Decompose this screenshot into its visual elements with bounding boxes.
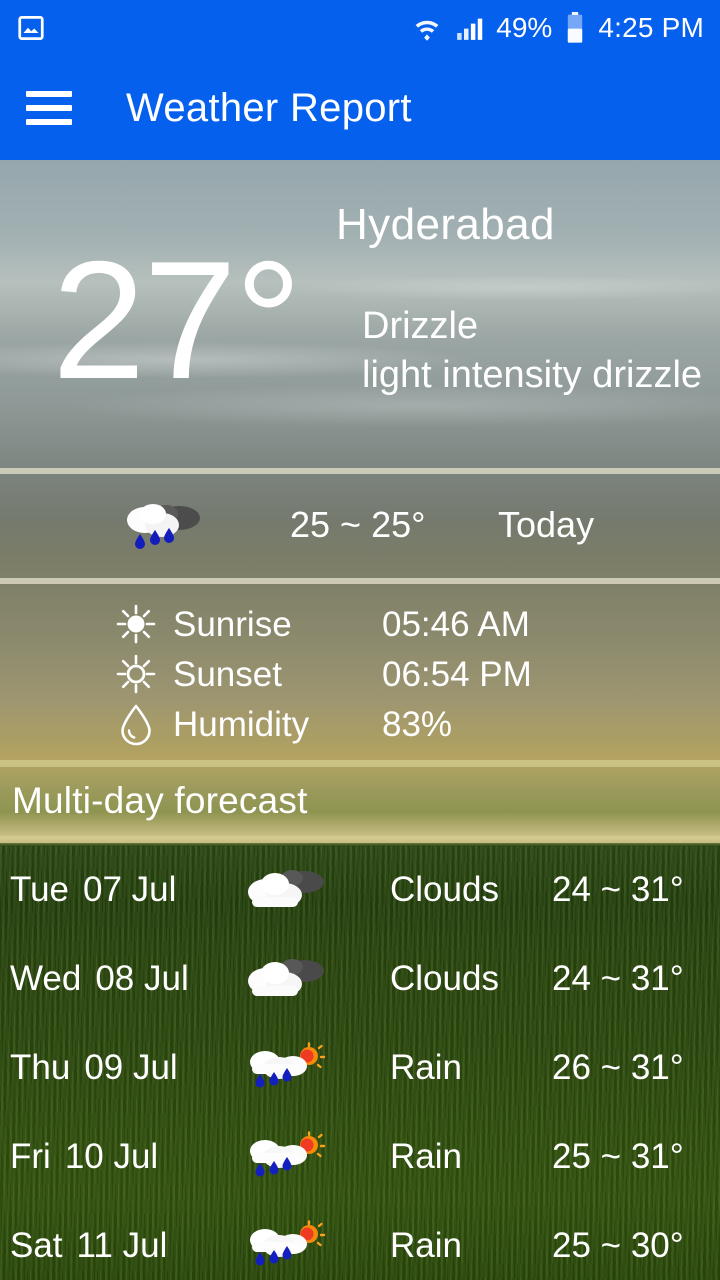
- clock-label: 4:25 PM: [598, 12, 704, 43]
- humidity-label: Humidity: [173, 705, 310, 744]
- sunset-label: Sunset: [173, 655, 282, 694]
- table-row[interactable]: Tue 07 Jul Clouds 24 ~ 31°: [0, 846, 720, 935]
- forecast-weekday: Thu: [10, 1048, 71, 1087]
- table-row[interactable]: Fri 10 Jul Rain 25 ~ 31°: [0, 1113, 720, 1202]
- clouds-icon: [246, 953, 328, 1005]
- battery-icon: [564, 12, 586, 44]
- forecast-description: Rain: [390, 1226, 462, 1265]
- cellular-signal-icon: [454, 13, 484, 43]
- current-condition: Drizzle light intensity drizzle: [362, 302, 714, 399]
- today-label: Today: [498, 504, 595, 545]
- forecast-daymonth: 08 Jul: [95, 959, 189, 998]
- forecast-description: Rain: [390, 1137, 462, 1176]
- table-row[interactable]: Wed 08 Jul Clouds 24 ~ 31°: [0, 935, 720, 1024]
- today-summary-row[interactable]: 25 ~ 25° Today: [0, 470, 720, 582]
- forecast-temp-range: 26 ~ 31°: [552, 1048, 684, 1087]
- detail-row-sunrise: Sunrise 05:46 AM: [0, 600, 720, 650]
- current-temperature: 27°: [52, 226, 302, 414]
- forecast-weekday: Wed: [10, 959, 82, 998]
- forecast-date: Thu 09 Jul: [10, 1048, 178, 1088]
- forecast-description: Clouds: [390, 870, 499, 909]
- image-icon: [16, 13, 46, 43]
- status-bar-left: [16, 13, 46, 43]
- forecast-temp-range: 24 ~ 31°: [552, 959, 684, 998]
- sunrise-value: 05:46 AM: [382, 605, 530, 644]
- detail-row-humidity: Humidity 83%: [0, 700, 720, 750]
- detail-row-sunset: Sunset 06:54 PM: [0, 650, 720, 700]
- forecast-description: Clouds: [390, 959, 499, 998]
- forecast-weekday: Tue: [10, 870, 70, 909]
- divider-below-forecast-header: [0, 836, 720, 843]
- forecast-date: Fri 10 Jul: [10, 1137, 158, 1177]
- forecast-daymonth: 09 Jul: [84, 1048, 178, 1087]
- forecast-daymonth: 11 Jul: [76, 1226, 168, 1265]
- hamburger-bar-3: [26, 119, 72, 125]
- sunrise-label: Sunrise: [173, 605, 292, 644]
- weather-app-screen: 49% 4:25 PM Weather Report Hyderabad 27°…: [0, 0, 720, 1280]
- weather-details-panel: Sunrise 05:46 AM Sunset 06:54 PM Humidit…: [0, 588, 720, 752]
- hamburger-menu-icon[interactable]: [26, 91, 72, 125]
- forecast-date: Wed 08 Jul: [10, 959, 189, 999]
- forecast-weekday: Fri: [10, 1137, 51, 1176]
- humidity-value: 83%: [382, 705, 453, 744]
- forecast-description: Rain: [390, 1048, 462, 1087]
- clouds-icon: [246, 864, 328, 916]
- hamburger-bar-2: [26, 105, 72, 111]
- sunset-value: 06:54 PM: [382, 655, 532, 694]
- forecast-date: Sat 11 Jul: [10, 1226, 167, 1266]
- table-row[interactable]: Sat 11 Jul Rain 25 ~ 30°: [0, 1202, 720, 1280]
- condition-description: light intensity drizzle: [362, 353, 703, 396]
- current-weather-hero: Hyderabad 27° Drizzle light intensity dr…: [0, 160, 720, 468]
- forecast-temp-range: 25 ~ 30°: [552, 1226, 684, 1265]
- app-title: Weather Report: [126, 85, 412, 130]
- app-bar: Weather Report: [0, 56, 720, 160]
- hamburger-bar-1: [26, 91, 72, 97]
- forecast-daymonth: 07 Jul: [83, 870, 177, 909]
- rain-sun-icon: [246, 1131, 328, 1183]
- battery-percent-label: 49%: [496, 12, 553, 43]
- sunset-icon: [115, 653, 157, 695]
- today-temp-range: 25 ~ 25°: [290, 504, 426, 545]
- forecast-section-header: Multi-day forecast: [0, 766, 720, 836]
- forecast-date: Tue 07 Jul: [10, 870, 176, 910]
- city-name: Hyderabad: [336, 200, 555, 249]
- condition-main: Drizzle: [362, 305, 479, 347]
- rain-sun-icon: [246, 1042, 328, 1094]
- humidity-icon: [115, 703, 157, 746]
- rain-sun-icon: [246, 1220, 328, 1272]
- forecast-list: Tue 07 Jul Clouds 24 ~ 31° Wed 08 Jul Cl…: [0, 846, 720, 1280]
- status-bar: 49% 4:25 PM: [0, 0, 720, 56]
- wifi-icon: [412, 13, 442, 43]
- forecast-weekday: Sat: [10, 1226, 63, 1265]
- forecast-temp-range: 25 ~ 31°: [552, 1137, 684, 1176]
- sunrise-icon: [115, 603, 157, 645]
- forecast-temp-range: 24 ~ 31°: [552, 870, 684, 909]
- rain-cloud-icon: [122, 498, 204, 554]
- forecast-header-label: Multi-day forecast: [12, 780, 308, 821]
- table-row[interactable]: Thu 09 Jul Rain 26 ~ 31°: [0, 1024, 720, 1113]
- divider-below-today: [0, 578, 720, 584]
- status-bar-right: 49% 4:25 PM: [412, 12, 704, 44]
- forecast-daymonth: 10 Jul: [64, 1137, 159, 1176]
